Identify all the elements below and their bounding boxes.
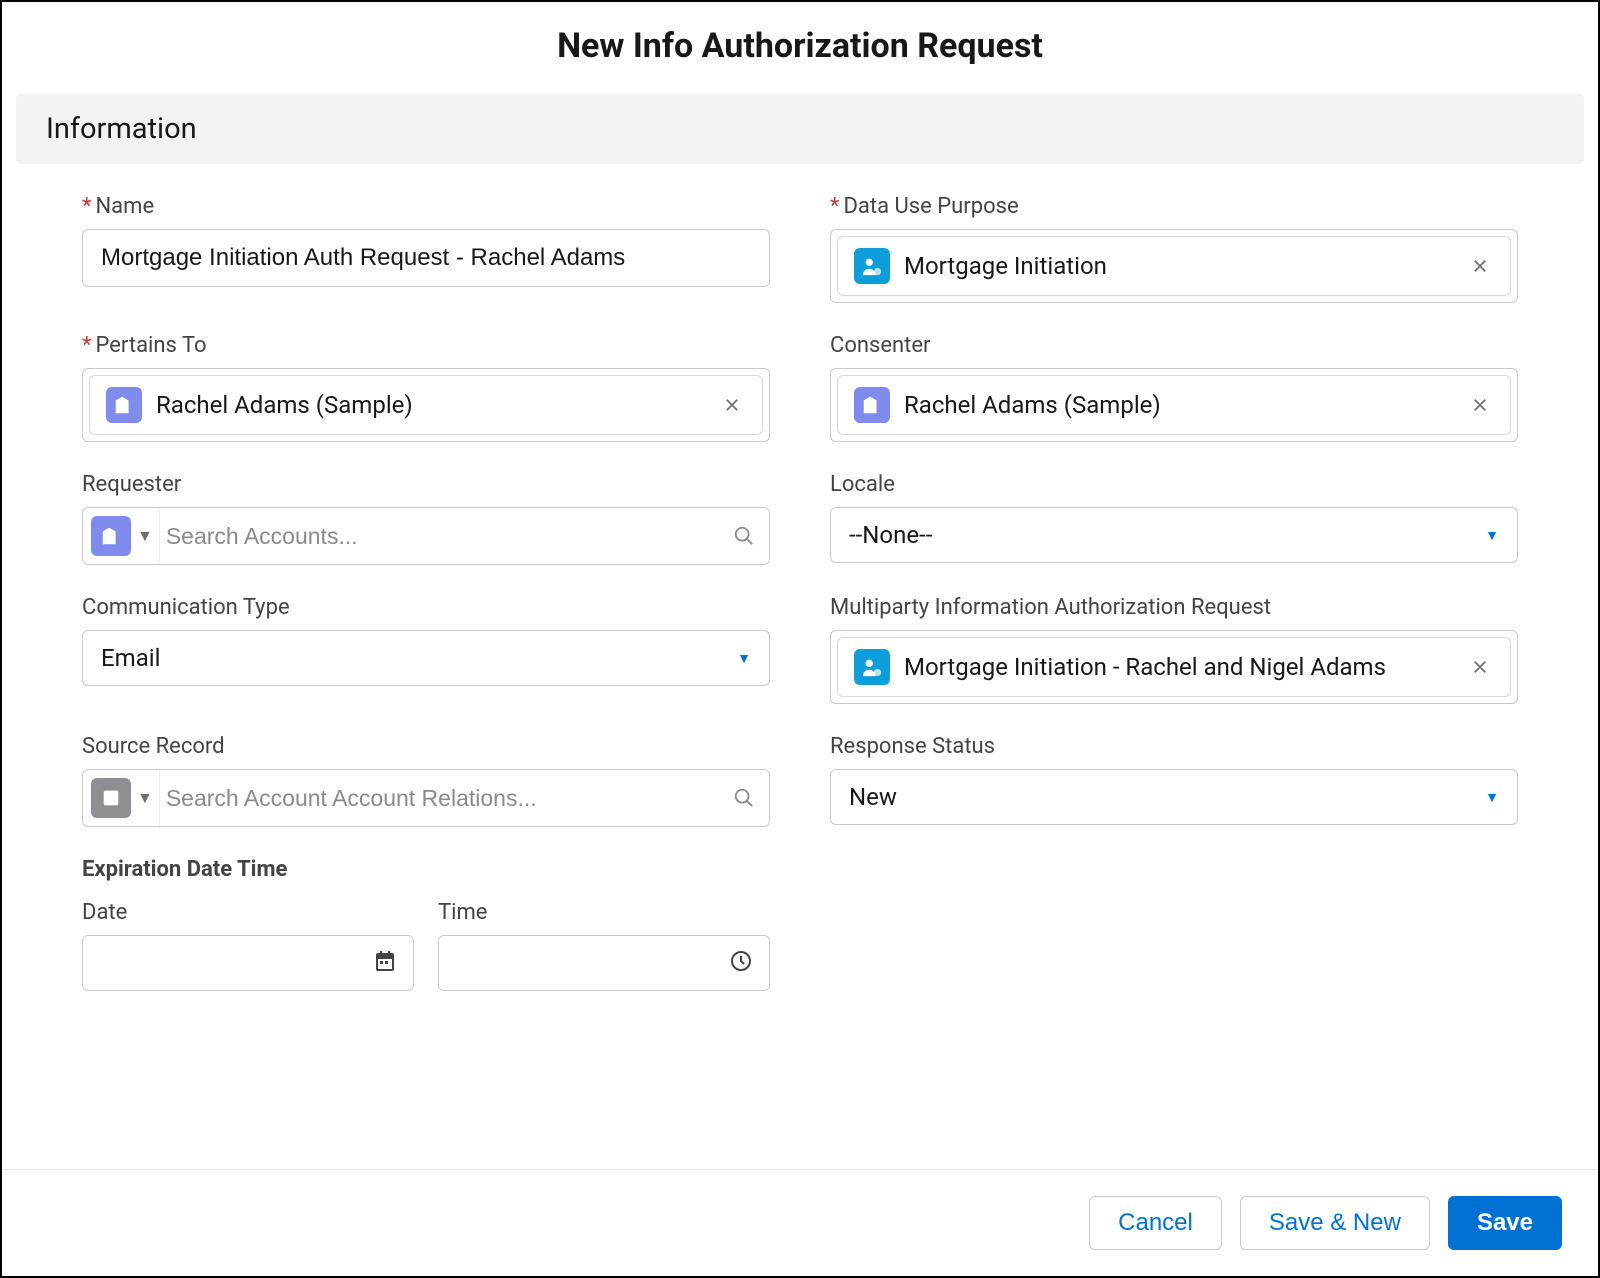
communication-type-label: Communication Type — [82, 595, 770, 620]
locale-select[interactable]: --None-- ▼ — [830, 507, 1518, 563]
clear-consenter-button[interactable] — [1466, 391, 1494, 419]
requester-label: Requester — [82, 472, 770, 497]
date-input[interactable] — [82, 935, 414, 991]
chevron-down-icon: ▼ — [1485, 789, 1499, 806]
chevron-down-icon: ▼ — [137, 526, 153, 546]
name-label: Name — [82, 194, 770, 219]
consenter-value: Rachel Adams (Sample) — [904, 391, 1452, 419]
chevron-down-icon: ▼ — [737, 650, 751, 667]
section-header-information: Information — [16, 94, 1584, 164]
time-label: Time — [438, 900, 770, 925]
expiration-heading: Expiration Date Time — [82, 857, 770, 882]
time-input[interactable] — [438, 935, 770, 991]
modal-title: New Info Authorization Request — [2, 2, 1598, 94]
response-status-value: New — [849, 783, 897, 811]
clear-multiparty-button[interactable] — [1466, 653, 1494, 681]
communication-type-value: Email — [101, 644, 160, 672]
modal-footer: Cancel Save & New Save — [4, 1169, 1596, 1276]
multiparty-label: Multiparty Information Authorization Req… — [830, 595, 1518, 620]
clear-pertains-to-button[interactable] — [718, 391, 746, 419]
multiparty-value: Mortgage Initiation - Rachel and Nigel A… — [904, 653, 1452, 681]
account-icon — [854, 387, 890, 423]
requester-lookup[interactable]: ▼ — [82, 507, 770, 565]
requester-search-input[interactable] — [166, 508, 727, 564]
account-icon — [106, 387, 142, 423]
source-record-search-input[interactable] — [166, 770, 727, 826]
purpose-icon — [854, 649, 890, 685]
response-status-label: Response Status — [830, 734, 1518, 759]
cancel-button[interactable]: Cancel — [1089, 1196, 1222, 1250]
name-input[interactable] — [82, 229, 770, 287]
source-record-label: Source Record — [82, 734, 770, 759]
save-and-new-button[interactable]: Save & New — [1240, 1196, 1430, 1250]
consenter-label: Consenter — [830, 333, 1518, 358]
clear-data-use-purpose-button[interactable] — [1466, 252, 1494, 280]
save-button[interactable]: Save — [1448, 1196, 1562, 1250]
pertains-to-label: Pertains To — [82, 333, 770, 358]
chevron-down-icon: ▼ — [137, 788, 153, 808]
source-record-type-selector[interactable]: ▼ — [83, 770, 160, 826]
account-icon — [91, 516, 131, 556]
pertains-to-lookup[interactable]: Rachel Adams (Sample) — [82, 368, 770, 442]
source-record-lookup[interactable]: ▼ — [82, 769, 770, 827]
record-icon — [91, 778, 131, 818]
search-icon — [733, 787, 755, 809]
locale-value: --None-- — [849, 521, 932, 549]
response-status-select[interactable]: New ▼ — [830, 769, 1518, 825]
clock-icon — [729, 949, 753, 977]
requester-type-selector[interactable]: ▼ — [83, 508, 160, 564]
multiparty-lookup[interactable]: Mortgage Initiation - Rachel and Nigel A… — [830, 630, 1518, 704]
communication-type-select[interactable]: Email ▼ — [82, 630, 770, 686]
consenter-lookup[interactable]: Rachel Adams (Sample) — [830, 368, 1518, 442]
date-label: Date — [82, 900, 414, 925]
data-use-purpose-value: Mortgage Initiation — [904, 252, 1452, 280]
calendar-icon — [373, 949, 397, 977]
locale-label: Locale — [830, 472, 1518, 497]
pertains-to-value: Rachel Adams (Sample) — [156, 391, 704, 419]
purpose-icon — [854, 248, 890, 284]
search-icon — [733, 525, 755, 547]
chevron-down-icon: ▼ — [1485, 527, 1499, 544]
data-use-purpose-label: Data Use Purpose — [830, 194, 1518, 219]
data-use-purpose-lookup[interactable]: Mortgage Initiation — [830, 229, 1518, 303]
